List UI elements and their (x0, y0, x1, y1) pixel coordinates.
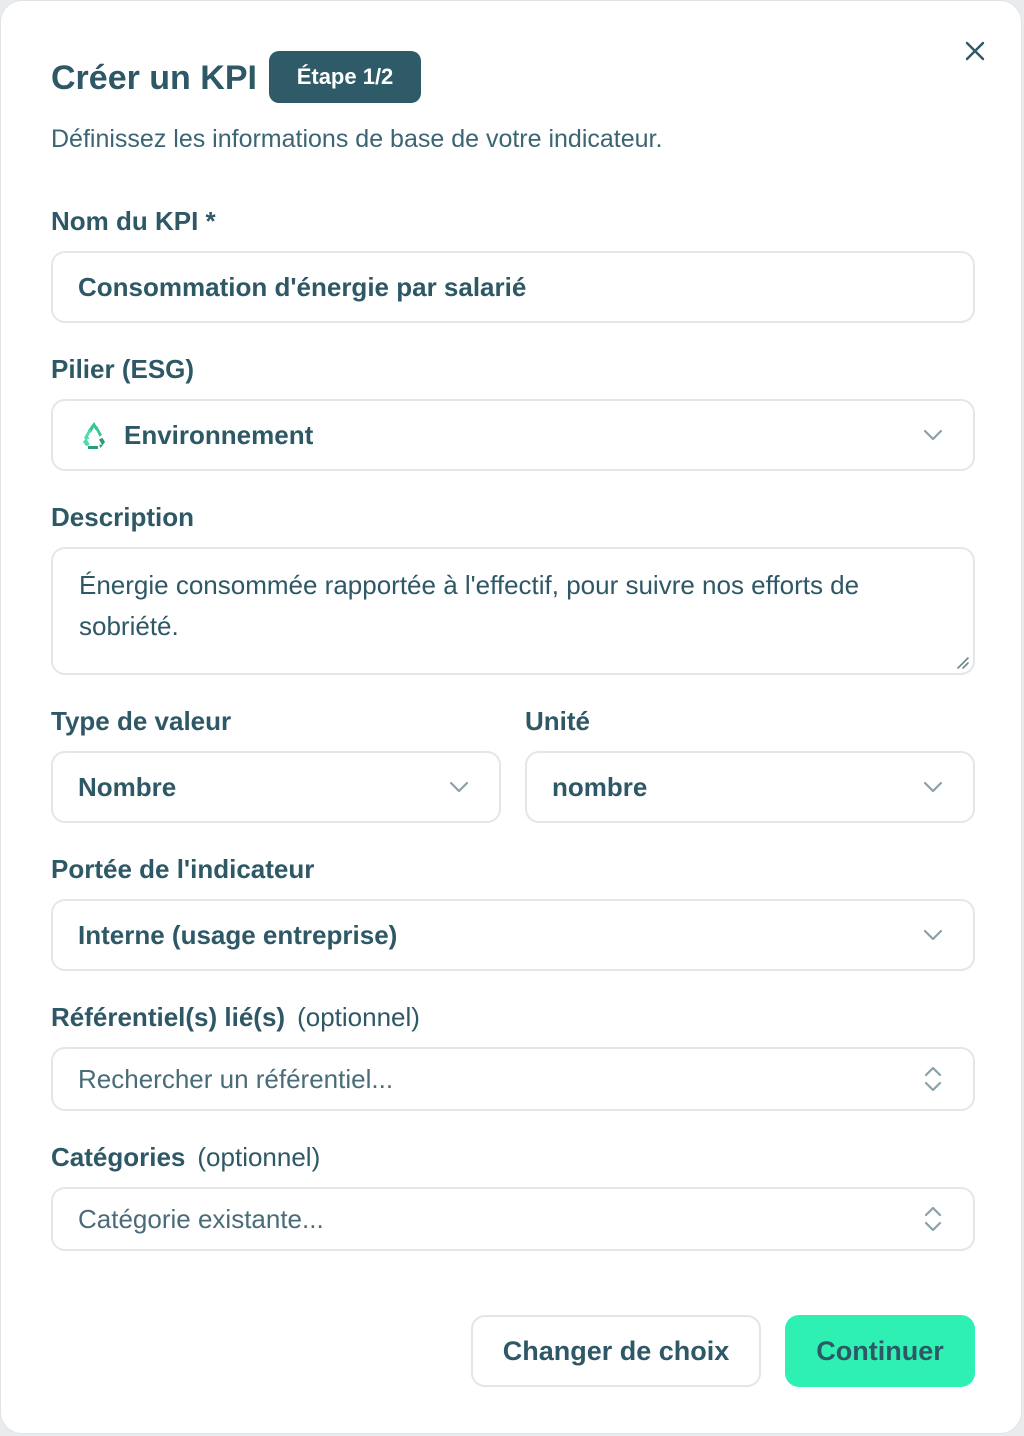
unit-select[interactable]: nombre (525, 751, 975, 823)
frameworks-combobox[interactable]: Rechercher un référentiel... (51, 1047, 975, 1111)
scope-select[interactable]: Interne (usage entreprise) (51, 899, 975, 971)
frameworks-label: Référentiel(s) lié(s) (optionnel) (51, 1001, 420, 1033)
kpi-name-input[interactable]: Consommation d'énergie par salarié (51, 251, 975, 323)
dialog-subtitle: Définissez les informations de base de v… (51, 125, 663, 153)
chevron-down-icon (447, 775, 471, 799)
description-value: Énergie consommée rapportée à l'effectif… (79, 570, 860, 641)
resize-handle-icon[interactable] (954, 654, 970, 670)
unit-label: Unité (525, 706, 590, 736)
close-icon (965, 41, 985, 61)
frameworks-placeholder: Rechercher un référentiel... (78, 1063, 394, 1094)
pillar-select[interactable]: Environnement (51, 399, 975, 471)
categories-label-text: Catégories (51, 1142, 186, 1172)
optional-hint: (optionnel) (197, 1142, 321, 1172)
frameworks-label-text: Référentiel(s) lié(s) (51, 1002, 286, 1032)
optional-hint: (optionnel) (297, 1002, 420, 1032)
pillar-value: Environnement (124, 419, 314, 450)
step-badge: Étape 1/2 (269, 51, 421, 103)
change-choice-button[interactable]: Changer de choix (471, 1315, 761, 1387)
description-label: Description (51, 502, 195, 532)
create-kpi-dialog: Créer un KPI Étape 1/2 Définissez les in… (0, 0, 1022, 1434)
categories-placeholder: Catégorie existante... (78, 1203, 324, 1234)
close-button[interactable] (957, 33, 993, 69)
value-type-select[interactable]: Nombre (51, 751, 501, 823)
chevron-down-icon (921, 775, 945, 799)
unit-value: nombre (552, 771, 648, 802)
kpi-name-value: Consommation d'énergie par salarié (78, 271, 527, 302)
description-textarea[interactable]: Énergie consommée rapportée à l'effectif… (51, 547, 975, 675)
recycle-icon (83, 422, 105, 449)
value-type-value: Nombre (78, 771, 177, 802)
scope-value: Interne (usage entreprise) (78, 919, 398, 950)
categories-combobox[interactable]: Catégorie existante... (51, 1187, 975, 1251)
chevron-up-down-icon (921, 1066, 945, 1092)
pillar-label: Pilier (ESG) (51, 354, 195, 384)
chevron-down-icon (921, 923, 945, 947)
dialog-title: Créer un KPI (51, 59, 257, 97)
scope-label: Portée de l'indicateur (51, 854, 315, 884)
continue-button[interactable]: Continuer (785, 1315, 975, 1387)
chevron-down-icon (921, 423, 945, 447)
categories-label: Catégories (optionnel) (51, 1141, 320, 1173)
kpi-name-label: Nom du KPI * (51, 206, 216, 236)
value-type-label: Type de valeur (51, 706, 232, 736)
chevron-up-down-icon (921, 1206, 945, 1232)
